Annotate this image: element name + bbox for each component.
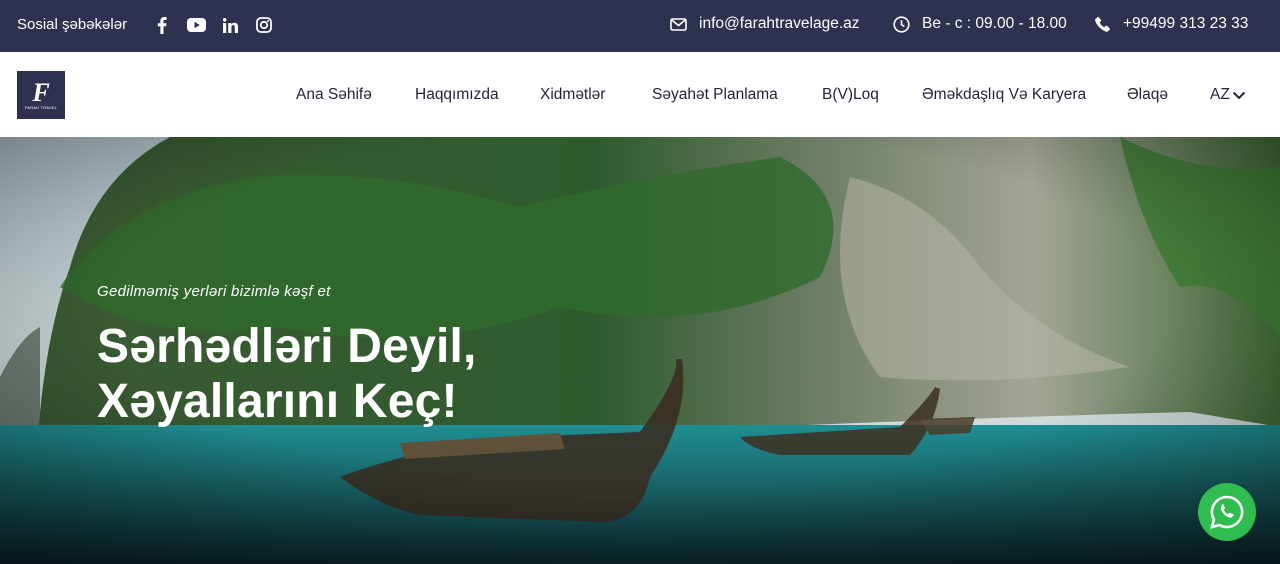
email-contact[interactable]: info@farahtravelage.az bbox=[670, 15, 860, 33]
nav-item-services[interactable]: Xidmətlər bbox=[540, 86, 605, 104]
language-selector[interactable]: AZ bbox=[1210, 86, 1246, 104]
nav-item-blog[interactable]: B(V)Loq bbox=[822, 86, 879, 104]
hours-contact: Be - c : 09.00 - 18.00 bbox=[893, 15, 1067, 33]
facebook-icon[interactable] bbox=[152, 14, 172, 36]
hero-banner: Gedilməmiş yerləri bizimlə kəşf et Sərhə… bbox=[0, 137, 1280, 564]
hours-text: Be - c : 09.00 - 18.00 bbox=[922, 15, 1067, 32]
phone-icon bbox=[1095, 16, 1110, 32]
social-icons bbox=[152, 14, 274, 36]
nav-item-travel-planning[interactable]: Səyahət Planlama bbox=[652, 86, 778, 104]
language-label: AZ bbox=[1210, 86, 1230, 103]
hero-subtitle: Gedilməmiş yerləri bizimlə kəşf et bbox=[97, 283, 331, 300]
phone-text: +99499 313 23 33 bbox=[1123, 15, 1249, 32]
clock-icon bbox=[893, 15, 910, 33]
hero-title: Sərhədləri Deyil, Xəyallarını Keç! bbox=[97, 319, 657, 429]
envelope-icon bbox=[670, 17, 687, 31]
instagram-icon[interactable] bbox=[254, 14, 274, 36]
linkedin-icon[interactable] bbox=[220, 14, 240, 36]
social-label: Sosial şəbəkələr bbox=[17, 16, 128, 33]
chevron-down-icon bbox=[1232, 91, 1246, 99]
nav-item-careers[interactable]: Əməkdaşlıq Və Karyera bbox=[922, 86, 1086, 104]
youtube-icon[interactable] bbox=[186, 14, 206, 36]
nav-menu: Ana Səhifə Haqqımızda Xidmətlər Səyahət … bbox=[0, 86, 1280, 106]
phone-contact[interactable]: +99499 313 23 33 bbox=[1095, 15, 1248, 33]
hero-title-line-2: Xəyallarını Keç! bbox=[97, 375, 458, 428]
main-navbar: F FARAH TRAVEL Ana Səhifə Haqqımızda Xid… bbox=[0, 52, 1280, 137]
nav-item-about[interactable]: Haqqımızda bbox=[415, 86, 499, 104]
email-text: info@farahtravelage.az bbox=[699, 15, 860, 32]
whatsapp-button[interactable] bbox=[1198, 483, 1256, 541]
hero-title-line-1: Sərhədləri Deyil, bbox=[97, 320, 477, 373]
nav-item-home[interactable]: Ana Səhifə bbox=[296, 86, 372, 104]
top-bar: Sosial şəbəkələr info@farahtravelage.az … bbox=[0, 0, 1280, 52]
nav-item-contact[interactable]: Əlaqə bbox=[1127, 86, 1168, 104]
whatsapp-icon bbox=[1210, 495, 1244, 529]
